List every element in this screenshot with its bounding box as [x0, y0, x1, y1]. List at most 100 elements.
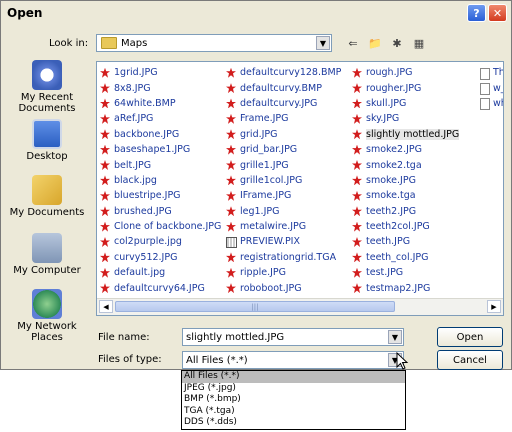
file-item[interactable]: 64white.BMP [99, 96, 221, 111]
file-item[interactable]: defaultcurvy128.BMP [225, 65, 341, 80]
help-button[interactable]: ? [467, 4, 486, 22]
file-item[interactable]: leg1.JPG [225, 204, 341, 219]
file-item[interactable]: slightly mottled.JPG [351, 127, 460, 142]
title-bar[interactable]: Open [1, 1, 511, 25]
file-item[interactable]: grid.JPG [225, 127, 341, 142]
file-item[interactable]: PREVIEW.PIX [225, 234, 341, 249]
map-file-icon [225, 174, 237, 186]
place-recent[interactable]: My Recent Documents [7, 60, 87, 114]
file-item[interactable]: black.jpg [99, 173, 221, 188]
file-item[interactable]: aRef.JPG [99, 111, 221, 126]
file-name: metalwire.JPG [240, 221, 307, 233]
file-item[interactable]: 1grid.JPG [99, 65, 221, 80]
file-item[interactable]: brushed.JPG [99, 204, 221, 219]
chevron-down-icon[interactable]: ▼ [316, 36, 330, 50]
file-item[interactable]: 8x8.JPG [99, 80, 221, 95]
file-item[interactable]: Clone of backbone.JPG [99, 219, 221, 234]
file-item[interactable]: baseshape1.JPG [99, 142, 221, 157]
file-item[interactable]: defaultcurvy64.JPG [99, 280, 221, 295]
back-arrow-icon[interactable]: ⇐ [345, 35, 361, 51]
file-name: belt.JPG [114, 159, 152, 171]
map-file-icon [99, 190, 111, 202]
file-item[interactable]: teeth.JPG [351, 234, 459, 249]
file-list[interactable]: 1grid.JPG 8x8.JPG 64white.BMP aRef.JPG backb… [96, 61, 504, 316]
file-item[interactable]: w_ [478, 80, 503, 96]
file-name: Frame.JPG [240, 113, 289, 125]
chevron-down-icon[interactable]: ▼ [388, 330, 402, 344]
file-name: registrationgrid.TGA [240, 251, 337, 263]
file-item[interactable]: smoke2.JPG [351, 142, 459, 157]
file-item[interactable]: Th [478, 65, 504, 80]
file-item[interactable]: metalwire.JPG [225, 219, 341, 234]
new-folder-icon[interactable]: ✱ [389, 35, 405, 51]
file-item[interactable]: belt.JPG [99, 157, 221, 172]
file-item[interactable]: wh [478, 96, 503, 111]
lookin-dropdown[interactable]: Maps ▼ [96, 34, 332, 52]
place-my-computer[interactable]: My Computer [7, 233, 87, 276]
file-item[interactable]: col2purple.jpg [99, 234, 221, 249]
close-button[interactable]: ✕ [488, 4, 507, 22]
file-item[interactable]: teeth_col.JPG [351, 250, 459, 265]
map-file-icon [225, 159, 237, 171]
file-item[interactable]: defaultcurvy.BMP [225, 80, 341, 95]
file-item[interactable]: registrationgrid.TGA [225, 250, 341, 265]
file-name: smoke2.JPG [366, 144, 422, 156]
file-item[interactable]: backbone.JPG [99, 127, 221, 142]
file-name: smoke2.tga [366, 159, 422, 171]
file-item[interactable]: bluestripe.JPG [99, 188, 221, 203]
map-file-icon [99, 128, 111, 140]
scroll-left-icon[interactable]: ◀ [99, 300, 113, 313]
map-file-icon [225, 221, 237, 233]
filetype-option[interactable]: All Files (*.*) [182, 371, 405, 383]
file-column-2: defaultcurvy128.BMP defaultcurvy.BMP defau… [225, 65, 341, 296]
scroll-thumb[interactable]: ||| [115, 301, 395, 312]
file-item[interactable]: grille1.JPG [225, 157, 341, 172]
file-item[interactable]: grid_bar.JPG [225, 142, 341, 157]
file-name: teeth2.JPG [366, 205, 417, 217]
file-name: w_ [493, 82, 503, 94]
map-file-icon [99, 113, 111, 125]
file-item[interactable]: Frame.JPG [225, 111, 341, 126]
file-item[interactable]: rough.JPG [351, 65, 459, 80]
file-item[interactable]: sky.JPG [351, 111, 459, 126]
filetype-option[interactable]: DDS (*.dds) [182, 417, 405, 429]
file-item[interactable]: smoke.tga [351, 188, 459, 203]
place-desktop[interactable]: Desktop [7, 119, 87, 162]
file-item[interactable]: roboboot.JPG [225, 280, 341, 295]
filetype-option[interactable]: BMP (*.bmp) [182, 394, 405, 406]
file-item[interactable]: skull.JPG [351, 96, 459, 111]
filetype-options-list[interactable]: All Files (*.*) JPEG (*.jpg) BMP (*.bmp)… [181, 370, 406, 430]
file-item[interactable]: rougher.JPG [351, 80, 459, 95]
file-item[interactable]: IFrame.JPG [225, 188, 341, 203]
place-network[interactable]: My Network Places [7, 289, 87, 343]
filetype-option[interactable]: JPEG (*.jpg) [182, 383, 405, 395]
file-item[interactable]: testmap2.JPG [351, 280, 459, 295]
cancel-button[interactable]: Cancel [437, 350, 503, 370]
filetype-option[interactable]: TGA (*.tga) [182, 406, 405, 418]
desktop-icon [32, 119, 62, 149]
file-item[interactable]: teeth2.JPG [351, 204, 459, 219]
file-name: Th [493, 67, 504, 79]
map-file-icon [351, 174, 363, 186]
file-item[interactable]: smoke.JPG [351, 173, 459, 188]
file-item[interactable]: ripple.JPG [225, 265, 341, 280]
horizontal-scrollbar[interactable]: ◀ ||| ▶ [97, 298, 503, 315]
open-button[interactable]: Open [437, 327, 503, 347]
map-file-icon [99, 174, 111, 186]
file-item[interactable]: default.jpg [99, 265, 221, 280]
map-file-icon [99, 267, 111, 279]
file-item[interactable]: defaultcurvy.JPG [225, 96, 341, 111]
map-file-icon [351, 144, 363, 156]
file-name: test.JPG [366, 267, 404, 279]
file-item[interactable]: smoke2.tga [351, 157, 459, 172]
scroll-right-icon[interactable]: ▶ [487, 300, 501, 313]
file-item[interactable]: curvy512.JPG [99, 250, 221, 265]
place-my-documents[interactable]: My Documents [7, 175, 87, 218]
file-item[interactable]: test.JPG [351, 265, 459, 280]
file-item[interactable]: grille1col.JPG [225, 173, 341, 188]
filetype-dropdown[interactable]: All Files (*.*) ▼ [182, 351, 404, 369]
filename-field[interactable]: slightly mottled.JPG ▼ [182, 328, 404, 346]
up-folder-icon[interactable]: 📁 [367, 35, 383, 51]
file-item[interactable]: teeth2col.JPG [351, 219, 459, 234]
view-menu-icon[interactable]: ▦ [411, 35, 427, 51]
